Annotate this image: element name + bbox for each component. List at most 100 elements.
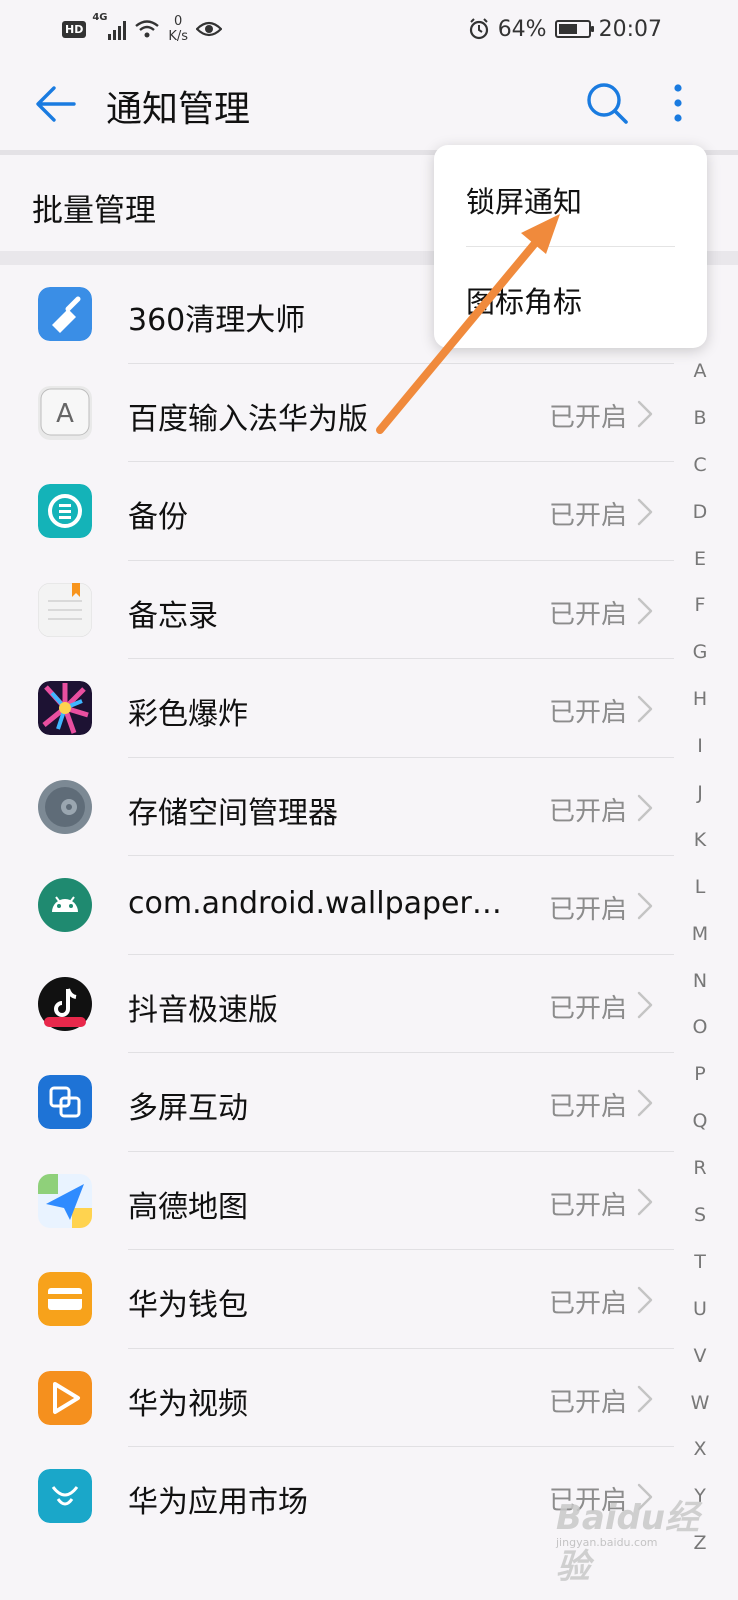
app-row[interactable]: 备份 已开启: [0, 462, 690, 561]
app-row[interactable]: 备忘录 已开启: [0, 561, 690, 659]
net-speed: 0 K/s: [168, 14, 188, 44]
notification-status: 已开启: [549, 402, 628, 433]
app-row[interactable]: com.android.wallpaperbac… 已开启: [0, 856, 690, 955]
keyboard-a-icon: A: [38, 385, 92, 440]
alphabet-letter[interactable]: E: [684, 536, 716, 583]
notification-status: 已开启: [549, 895, 628, 925]
eye-icon: [196, 21, 223, 37]
app-row[interactable]: 抖音极速版 已开启: [0, 955, 690, 1053]
chevron-right-icon: [637, 892, 653, 920]
storage-gear-icon: [38, 779, 92, 834]
net-speed-value: 0: [174, 14, 183, 29]
alphabet-letter[interactable]: P: [684, 1051, 716, 1098]
app-name: 备忘录: [128, 598, 218, 634]
alphabet-letter[interactable]: X: [684, 1426, 716, 1473]
chevron-right-icon: [637, 794, 653, 821]
alphabet-letter[interactable]: D: [684, 489, 716, 536]
notification-status: 已开启: [549, 1387, 628, 1418]
alphabet-letter[interactable]: N: [684, 958, 716, 1005]
battery-level: [558, 24, 577, 34]
chevron-right-icon: [637, 1385, 653, 1412]
multiscreen-icon: [38, 1075, 92, 1129]
alphabet-letter[interactable]: Q: [684, 1098, 716, 1145]
map-navigation-icon: [38, 1173, 92, 1228]
app-row[interactable]: 华为钱包 已开启: [0, 1250, 690, 1349]
chevron-right-icon: [637, 991, 653, 1018]
chevron-right-icon: [637, 400, 653, 427]
app-row[interactable]: 彩色爆炸 已开启: [0, 659, 690, 758]
app-name: 360清理大师: [128, 303, 306, 338]
app-name: 华为视频: [128, 1386, 248, 1422]
hd-badge: HD: [62, 20, 87, 38]
alphabet-letter[interactable]: G: [684, 629, 716, 676]
app-market-icon: [38, 1469, 92, 1523]
alphabet-letter[interactable]: S: [684, 1192, 716, 1239]
wifi-icon: [135, 20, 160, 38]
signal-icon: 4G: [92, 12, 127, 40]
app-row[interactable]: 存储空间管理器 已开启: [0, 758, 690, 856]
app-row[interactable]: 多屏互动 已开启: [0, 1053, 690, 1152]
status-bar: HD 4G 0 K/s 64% 20:07: [0, 0, 738, 58]
notification-status: 已开启: [549, 501, 628, 531]
chevron-right-icon: [637, 1089, 653, 1117]
chevron-right-icon: [637, 1286, 653, 1314]
alphabet-letter[interactable]: I: [684, 723, 716, 770]
status-left: HD 4G 0 K/s: [62, 12, 223, 44]
notification-status: 已开启: [549, 1190, 628, 1221]
wallet-icon: [38, 1272, 92, 1326]
notepad-icon: [38, 582, 92, 637]
android-robot-icon: [38, 878, 92, 932]
baidu-watermark: Baidu经验 jingyan.baidu.com: [556, 1490, 706, 1587]
notification-status: 已开启: [549, 796, 628, 827]
alphabet-letter[interactable]: O: [684, 1004, 716, 1051]
svg-text:A: A: [56, 399, 74, 429]
alphabet-letter[interactable]: B: [684, 395, 716, 442]
notification-status: 已开启: [549, 599, 628, 630]
notification-status: 已开启: [549, 1092, 628, 1122]
alphabet-letter[interactable]: U: [684, 1286, 716, 1333]
app-name: 存储空间管理器: [128, 795, 338, 831]
app-name: 高德地图: [128, 1189, 248, 1225]
alphabet-letter[interactable]: F: [684, 582, 716, 629]
back-arrow-icon[interactable]: [34, 82, 78, 126]
notification-status: 已开启: [549, 698, 628, 728]
more-vertical-icon[interactable]: [660, 80, 696, 126]
alarm-icon: [469, 18, 488, 40]
alphabet-letter[interactable]: R: [684, 1145, 716, 1192]
tiktok-icon: [38, 976, 92, 1031]
app-bar: 通知管理: [0, 58, 738, 152]
alphabet-letter[interactable]: K: [684, 817, 716, 864]
clock: 20:07: [598, 16, 662, 42]
app-row[interactable]: 华为视频 已开启: [0, 1349, 690, 1447]
alphabet-index[interactable]: ABCDEFGHIJKLMNOPQRSTUVWXYZ: [684, 348, 716, 1567]
search-icon[interactable]: [584, 80, 630, 126]
alphabet-letter[interactable]: A: [684, 348, 716, 395]
app-name: 抖音极速版: [128, 992, 278, 1028]
net-speed-unit: K/s: [168, 29, 189, 44]
video-play-icon: [38, 1370, 92, 1425]
menu-item-icon-badge[interactable]: 图标角标: [466, 279, 582, 321]
app-name: 彩色爆炸: [128, 697, 248, 732]
app-row[interactable]: A 百度输入法华为版 已开启: [0, 364, 690, 462]
alphabet-letter[interactable]: W: [684, 1380, 716, 1427]
color-burst-icon: [38, 681, 92, 735]
app-notification-list: 360清理大师 A 百度输入法华为版 已开启 备份 已开启 备忘录 已开启 彩色爆炸 已开启 存储空…: [0, 265, 690, 1546]
alphabet-letter[interactable]: V: [684, 1333, 716, 1380]
backup-icon: [38, 484, 92, 538]
battery-icon: [554, 20, 594, 38]
alphabet-letter[interactable]: C: [684, 442, 716, 489]
chevron-right-icon: [637, 695, 653, 723]
watermark-domain: jingyan.baidu.com: [556, 1536, 658, 1549]
menu-divider: [466, 246, 675, 247]
chevron-right-icon: [637, 498, 653, 526]
alphabet-letter[interactable]: T: [684, 1239, 716, 1286]
alphabet-letter[interactable]: H: [684, 676, 716, 723]
notification-status: 已开启: [549, 993, 628, 1024]
menu-item-lockscreen-notification[interactable]: 锁屏通知: [466, 179, 582, 221]
app-row[interactable]: 高德地图 已开启: [0, 1152, 690, 1250]
app-name: 百度输入法华为版: [128, 401, 368, 437]
alphabet-letter[interactable]: L: [684, 864, 716, 911]
alphabet-letter[interactable]: M: [684, 911, 716, 958]
notification-status: 已开启: [549, 1289, 628, 1319]
alphabet-letter[interactable]: J: [684, 770, 716, 817]
